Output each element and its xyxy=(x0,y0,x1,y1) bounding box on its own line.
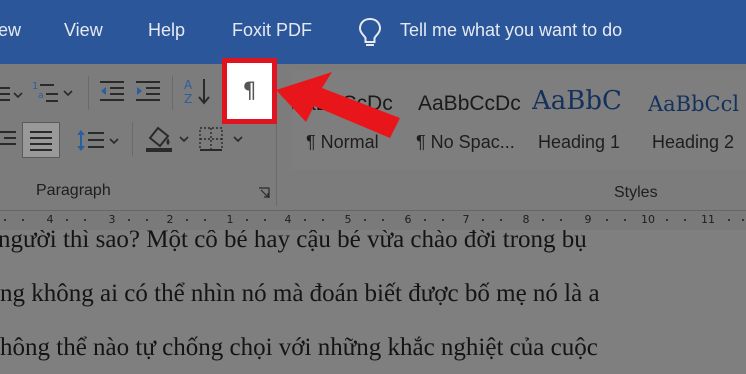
tell-me-search[interactable]: Tell me what you want to do xyxy=(400,20,622,41)
horizontal-ruler[interactable]: 4 3 2 1 4 5 6 7 8 9 10 11 xyxy=(0,210,746,230)
style-heading-2[interactable]: AaBbCcl Heading 2 xyxy=(648,70,746,170)
ruler-tick: 11 xyxy=(701,213,715,226)
style-sample: AaBbCcDc xyxy=(418,92,521,115)
tab-foxit-pdf[interactable]: Foxit PDF xyxy=(232,20,312,41)
sort-icon[interactable]: AZ xyxy=(182,76,212,106)
ruler-tick: 5 xyxy=(344,213,352,226)
decrease-indent-icon[interactable] xyxy=(98,78,126,104)
menu-bar: ew View Help Foxit PDF Tell me what you … xyxy=(0,0,746,64)
shading-icon[interactable] xyxy=(144,124,192,154)
style-name: ¶ No Spac... xyxy=(416,132,515,152)
ruler-tick: 10 xyxy=(641,213,655,226)
tab-review[interactable]: ew xyxy=(0,20,21,41)
tab-view[interactable]: View xyxy=(64,20,103,41)
document-line: ng không ai có thể nhìn nó mà đoán biết … xyxy=(0,280,600,307)
dialog-launcher-icon[interactable] xyxy=(258,186,270,198)
ruler-tick: 4 xyxy=(284,213,292,226)
borders-icon[interactable] xyxy=(198,126,246,152)
style-sample: AaBbC xyxy=(532,86,622,116)
ruler-tick: 6 xyxy=(404,213,412,226)
lightbulb-icon[interactable] xyxy=(356,16,384,50)
style-name: Heading 1 xyxy=(538,132,621,152)
style-name: Heading 2 xyxy=(652,132,735,152)
show-hide-formatting-button[interactable]: ¶ xyxy=(222,58,277,124)
multilevel-list-icon[interactable]: 1a xyxy=(32,78,76,104)
style-no-spacing[interactable]: AaBbCcDc ¶ No Spac... xyxy=(416,70,530,170)
ruler-tick: 2 xyxy=(166,213,174,226)
svg-text:a: a xyxy=(38,91,44,101)
ruler-tick: 7 xyxy=(462,213,470,226)
show-hide-formatting-icon: ¶ xyxy=(242,78,257,104)
red-arrow-annotation xyxy=(270,64,410,149)
document-line: người thì sao? Một cô bé hay cậu bé vừa … xyxy=(0,230,587,253)
document-line: hông thể nào tự chống chọi với những khắ… xyxy=(0,334,598,361)
ruler-tick: 9 xyxy=(584,213,592,226)
line-spacing-icon[interactable] xyxy=(76,128,122,154)
style-heading-1[interactable]: AaBbC Heading 1 xyxy=(532,70,636,170)
paragraph-group-label: Paragraph xyxy=(36,182,111,199)
style-sample: AaBbCcl xyxy=(648,92,740,116)
bullets-icon[interactable] xyxy=(0,82,24,104)
increase-indent-icon[interactable] xyxy=(134,78,162,104)
justify-icon[interactable] xyxy=(22,122,60,158)
ruler-tick: 3 xyxy=(108,213,116,226)
ruler-tick: 1 xyxy=(226,213,234,226)
ruler-tick: 4 xyxy=(46,213,54,226)
styles-group-label: Styles xyxy=(614,184,658,201)
align-right-icon[interactable] xyxy=(0,126,16,152)
tab-help[interactable]: Help xyxy=(148,20,185,41)
document-canvas[interactable]: người thì sao? Một cô bé hay cậu bé vừa … xyxy=(0,230,746,374)
svg-text:A: A xyxy=(184,78,193,92)
svg-text:Z: Z xyxy=(184,92,192,106)
ruler-tick: 8 xyxy=(522,213,530,226)
